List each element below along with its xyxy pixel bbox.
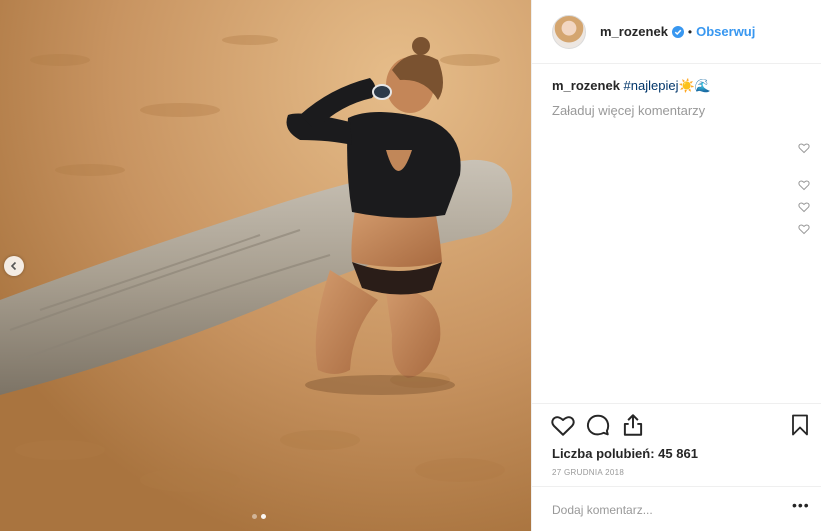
more-options-button[interactable]: ••• xyxy=(792,497,810,513)
carousel-dot xyxy=(252,514,257,519)
beach-photo-illustration xyxy=(0,0,531,531)
comment-icon[interactable] xyxy=(585,412,611,438)
post-photo[interactable] xyxy=(0,0,531,531)
post-side-panel: m_rozenek • Obserwuj m_rozenek #najlepie… xyxy=(531,0,821,531)
comments-section: m_rozenek #najlepiej☀️🌊 Załaduj więcej k… xyxy=(552,78,810,118)
post-date: 27 GRUDNIA 2018 xyxy=(552,468,625,477)
post-actions: Liczba polubień: 45 861 27 GRUDNIA 2018 xyxy=(532,403,821,477)
heart-icon[interactable] xyxy=(798,179,810,191)
heart-icon[interactable] xyxy=(798,201,810,213)
add-comment-bar: Dodaj komentarz... ••• xyxy=(532,486,821,531)
heart-icon[interactable] xyxy=(798,223,810,235)
carousel-dot-active xyxy=(261,514,266,519)
caption-username[interactable]: m_rozenek xyxy=(552,78,620,93)
caption-emoji: ☀️🌊 xyxy=(678,78,711,93)
heart-icon[interactable] xyxy=(798,142,810,154)
post-header: m_rozenek • Obserwuj xyxy=(532,0,821,64)
header-separator: • xyxy=(687,24,693,39)
share-icon[interactable] xyxy=(620,412,646,438)
bookmark-icon[interactable] xyxy=(788,412,812,438)
heart-icon[interactable] xyxy=(550,412,576,438)
carousel-prev-button[interactable] xyxy=(4,256,24,276)
action-buttons-row xyxy=(550,412,810,440)
caption-hashtag[interactable]: #najlepiej xyxy=(624,78,679,93)
verified-badge-icon xyxy=(671,25,684,38)
header-username[interactable]: m_rozenek xyxy=(600,24,668,39)
add-comment-input[interactable]: Dodaj komentarz... xyxy=(552,503,653,517)
follow-button[interactable]: Obserwuj xyxy=(696,24,755,39)
carousel-indicator xyxy=(252,514,266,519)
post-caption: m_rozenek #najlepiej☀️🌊 xyxy=(552,78,810,94)
likes-count[interactable]: Liczba polubień: 45 861 xyxy=(552,446,698,461)
load-more-comments-button[interactable]: Załaduj więcej komentarzy xyxy=(552,103,810,118)
chevron-left-icon xyxy=(10,261,17,271)
avatar[interactable] xyxy=(552,14,586,49)
